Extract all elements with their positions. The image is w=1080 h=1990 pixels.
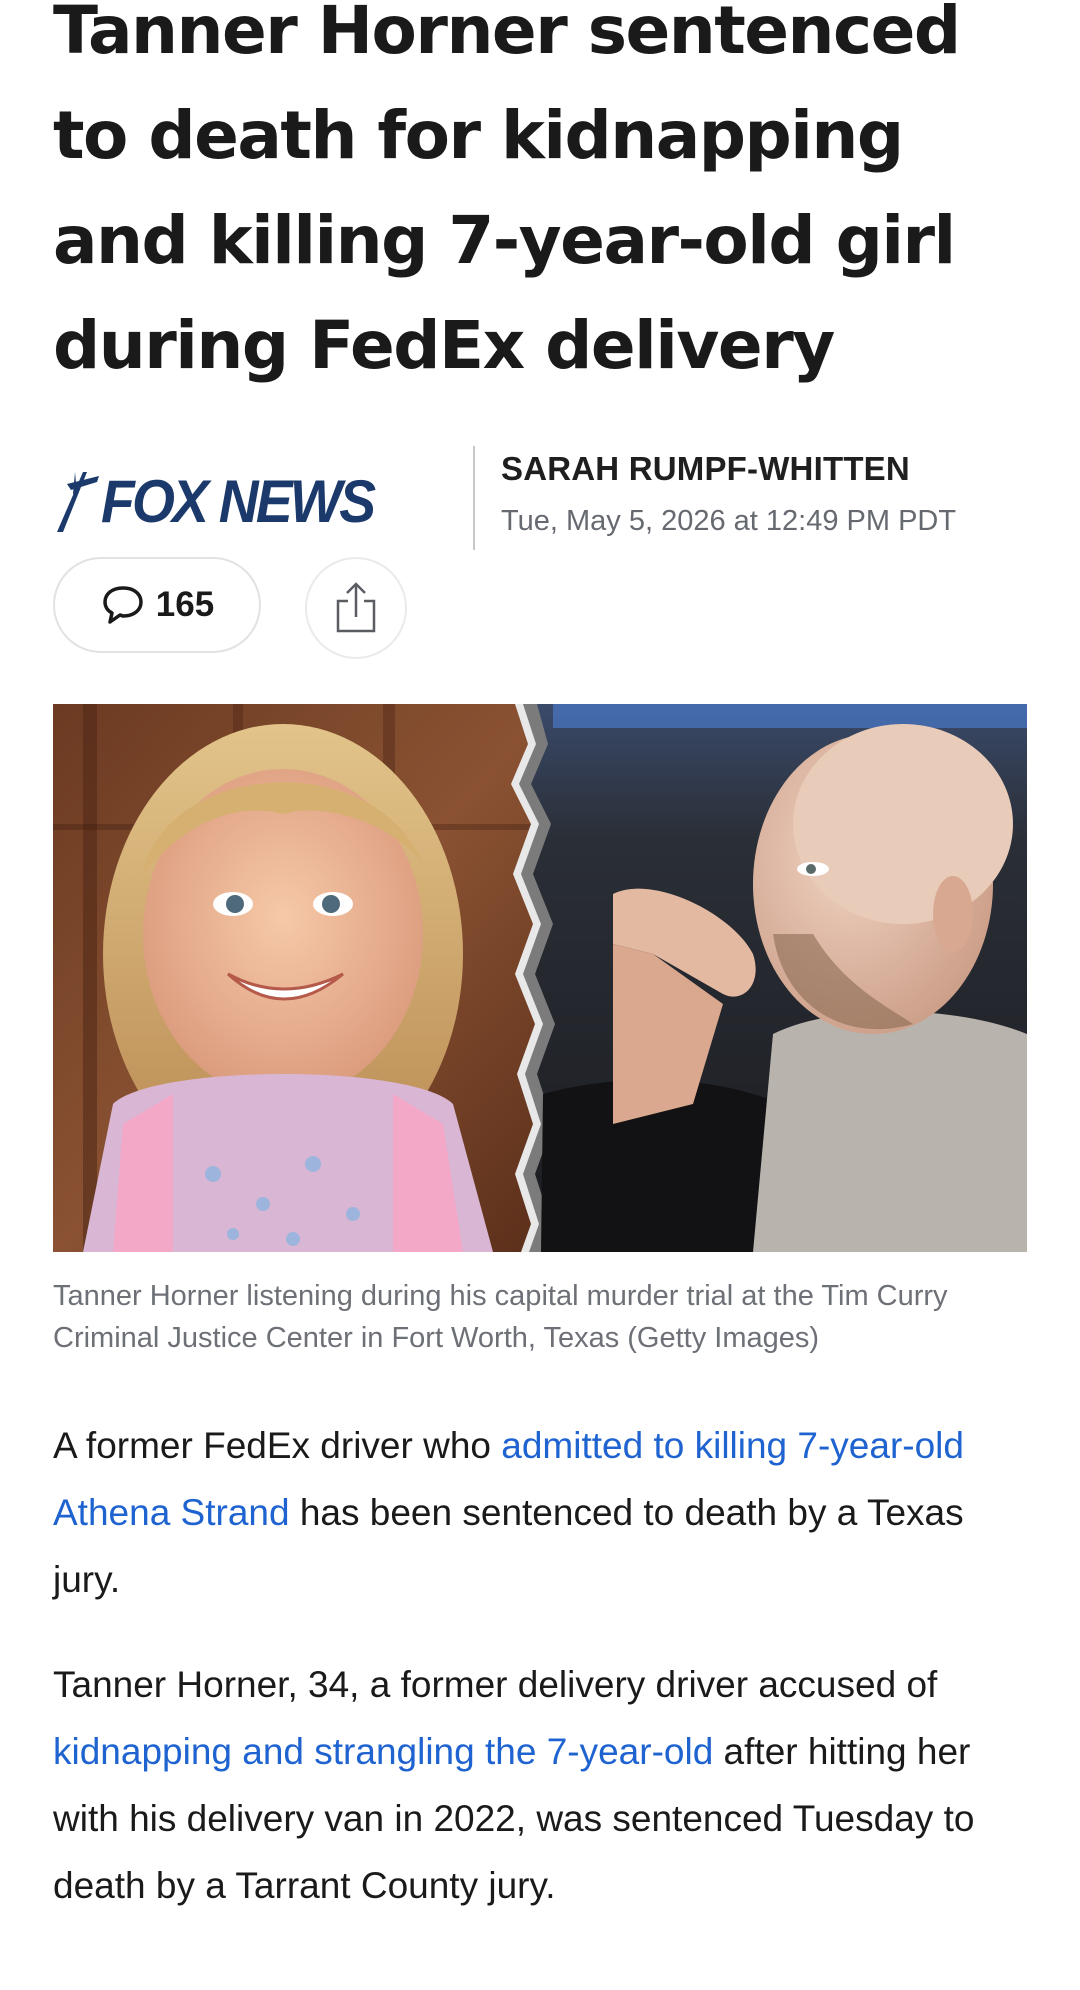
article-headline: Tanner Horner sentenced to death for kid… — [53, 0, 961, 384]
paragraph-2: Tanner Horner, 34, a former delivery dri… — [53, 1651, 1028, 1919]
paragraph-2-text-before: Tanner Horner, 34, a former delivery dri… — [53, 1664, 938, 1705]
image-caption: Tanner Horner listening during his capit… — [53, 1280, 948, 1354]
paragraph-1-text-before: A former FedEx driver who — [53, 1425, 502, 1466]
byline: FOX NEWS SARAH RUMPF-WHITTEN Tue, May 5,… — [53, 440, 1033, 550]
article-actions: 165 — [53, 557, 553, 659]
article-page: Tanner Horner sentenced to death for kid… — [53, 0, 1033, 1906]
hero-image[interactable] — [53, 704, 1027, 1252]
author-name[interactable]: SARAH RUMPF-WHITTEN — [501, 450, 910, 488]
byline-divider — [473, 446, 475, 550]
publisher-logo-text: FOX NEWS — [101, 467, 376, 535]
comments-button[interactable]: 165 — [53, 557, 261, 653]
speech-bubble-icon — [103, 586, 143, 624]
share-icon — [336, 582, 376, 633]
article-body: A former FedEx driver who admitted to ki… — [53, 1412, 1028, 1957]
hero-photo-composite — [53, 704, 1027, 1252]
fox-news-logo-mark-icon — [57, 472, 99, 532]
publish-date: Tue, May 5, 2026 at 12:49 PM PDT — [501, 505, 957, 537]
share-button[interactable] — [305, 557, 407, 659]
publisher-logo[interactable]: FOX NEWS — [53, 466, 423, 536]
comment-count: 165 — [155, 585, 215, 624]
paragraph-1: A former FedEx driver who admitted to ki… — [53, 1412, 1028, 1613]
link-kidnapping-and-strangling[interactable]: kidnapping and strangling the 7-year-old — [53, 1731, 713, 1772]
